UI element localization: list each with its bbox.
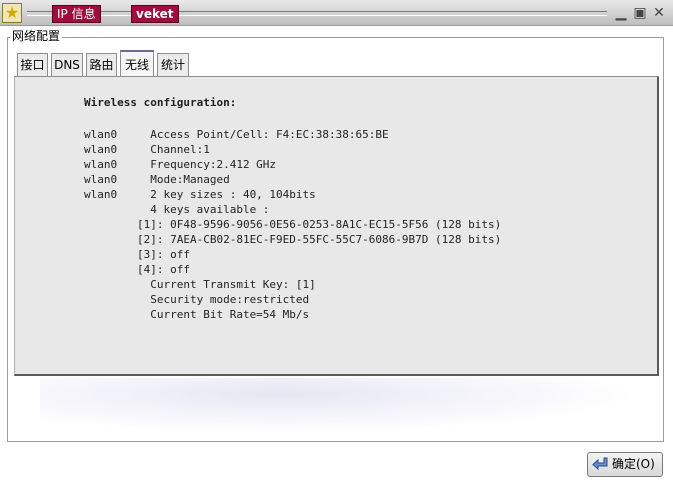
info-line: Security mode:restricted [84,293,310,306]
wireless-info-text: Wireless configuration: wlan0 Access Poi… [84,95,501,322]
info-line: Current Transmit Key: [1] [84,278,316,291]
return-arrow-icon [592,457,608,471]
info-line: Current Bit Rate=54 Mb/s [84,308,310,321]
title-bar[interactable]: ★ IP 信息 veket ▁ ▣ ✕ [0,0,673,26]
window-title-ip-info: IP 信息 [52,5,101,23]
minimize-icon[interactable]: ▁ [613,5,629,21]
ok-button[interactable]: 确定(O) [587,452,663,477]
star-icon[interactable]: ★ [2,3,22,23]
info-line: [4]: off [84,263,190,276]
tab-route[interactable]: 路由 [86,53,117,76]
info-line: [1]: 0F48-9596-9056-0E56-0253-8A1C-EC15-… [84,218,502,231]
ok-button-label: 确定(O) [612,457,655,471]
tab-dns[interactable]: DNS [51,53,83,76]
info-line: wlan0 2 key sizes : 40, 104bits [84,188,316,201]
tab-stats[interactable]: 统计 [157,53,189,76]
info-line: wlan0 Access Point/Cell: F4:EC:38:38:65:… [84,128,389,141]
panel-heading: Wireless configuration: [84,96,237,109]
tab-wireless[interactable]: 无线 [120,50,154,77]
info-line: wlan0 Mode:Managed [84,173,230,186]
close-icon[interactable]: ✕ [651,5,667,21]
info-line: wlan0 Frequency:2.412 GHz [84,158,277,171]
info-line: [3]: off [84,248,190,261]
background-blur [40,378,640,433]
group-legend: 网络配置 [10,28,63,44]
info-line: 4 keys available : [84,203,270,216]
maximize-icon[interactable]: ▣ [632,5,648,21]
tab-interface[interactable]: 接口 [17,53,48,76]
window-title-app: veket [131,5,179,23]
info-line: wlan0 Channel:1 [84,143,210,156]
wireless-info-panel: Wireless configuration: wlan0 Access Poi… [14,77,659,376]
title-bar-track [27,11,607,16]
info-line: [2]: 7AEA-CB02-81EC-F9ED-55FC-55C7-6086-… [84,233,502,246]
